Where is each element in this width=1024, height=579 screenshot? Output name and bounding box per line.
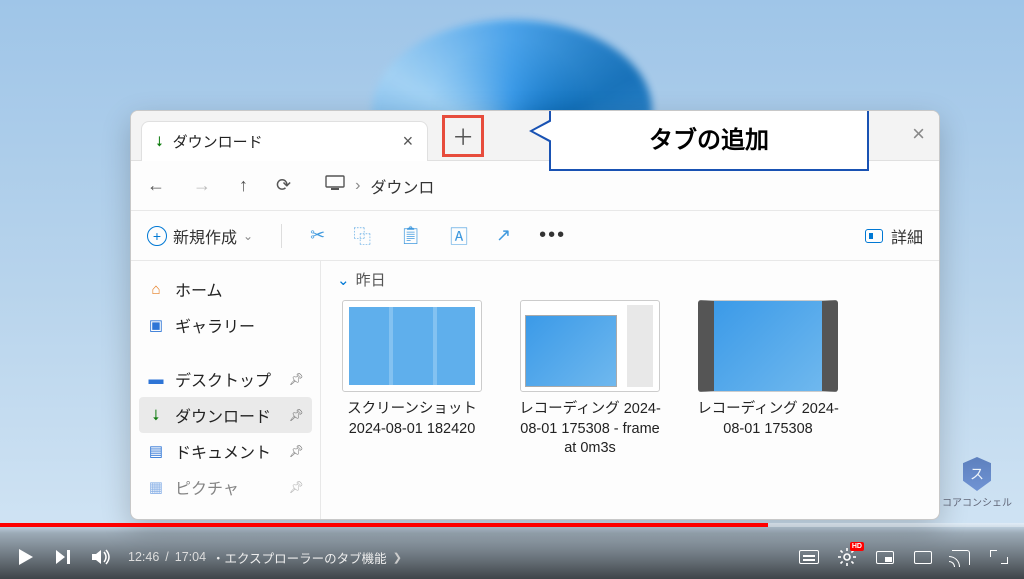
pin-icon: 📌︎ [289, 372, 304, 386]
sidebar-item-documents[interactable]: ▤ ドキュメント 📌︎ [139, 433, 312, 469]
file-item[interactable]: スクリーンショット 2024-08-01 182420 [337, 300, 487, 459]
total-time: 17:04 [175, 550, 206, 564]
sidebar-item-label: デスクトップ [175, 367, 271, 391]
chevron-down-icon: ⌄ [337, 271, 350, 289]
pin-icon: 📌︎ [289, 480, 304, 494]
new-button[interactable]: + 新規作成 ⌄ [147, 224, 253, 248]
sidebar-item-label: ピクチャ [175, 475, 239, 499]
navigation-pane: ⌂ ホーム ▣ ギャラリー ▬ デスクトップ 📌︎ ⭣ ダウンロード 📌︎ ▤ … [131, 261, 321, 519]
file-thumbnail [342, 300, 482, 392]
refresh-button[interactable]: ⟳ [276, 175, 291, 196]
group-label: 昨日 [356, 269, 386, 290]
chevron-down-icon: ⌄ [243, 229, 253, 243]
file-name: スクリーンショット 2024-08-01 182420 [337, 400, 487, 439]
cast-button[interactable] [950, 546, 972, 568]
explorer-window: タブの追加 の検索 ⭣ ダウンロード × ＋ × ← → ↑ ⟳ › ダウンロ … [130, 110, 940, 520]
sidebar-item-downloads[interactable]: ⭣ ダウンロード 📌︎ [139, 397, 312, 433]
file-thumbnail [520, 300, 660, 392]
copy-icon[interactable]: ⿻ [353, 223, 371, 249]
details-label: 詳細 [891, 224, 923, 248]
annotation-callout: タブの追加 [549, 110, 869, 171]
new-tab-button[interactable]: ＋ [452, 120, 474, 152]
watermark-shield-icon: ス [963, 457, 991, 491]
callout-text: タブの追加 [649, 120, 769, 155]
file-list-pane: ⌄ 昨日 スクリーンショット 2024-08-01 182420 レコーディング… [321, 261, 939, 519]
theater-mode-button[interactable] [912, 546, 934, 568]
sidebar-item-gallery[interactable]: ▣ ギャラリー [139, 307, 312, 343]
back-button[interactable]: ← [147, 175, 165, 196]
channel-watermark[interactable]: ス コアコンシェル [942, 457, 1012, 509]
watermark-label: コアコンシェル [942, 494, 1012, 509]
file-thumbnail [698, 300, 838, 392]
time-display: 12:46 / 17:04 ・エクスプローラーのタブ機能 ❯ [128, 548, 402, 567]
file-item[interactable]: レコーディング 2024-08-01 175308 - frame at 0m3… [515, 300, 665, 459]
up-button[interactable]: ↑ [239, 175, 248, 196]
hd-badge: HD [850, 542, 864, 551]
tab-title: ダウンロード [173, 131, 263, 152]
sidebar-item-label: ダウンロード [175, 403, 271, 427]
next-button[interactable] [52, 546, 74, 568]
progress-fill [0, 523, 768, 527]
subtitles-button[interactable] [798, 546, 820, 568]
command-bar: + 新規作成 ⌄ ✂ ⿻ 📋︎ 🄰 ↗ ••• 詳細 [131, 211, 939, 261]
play-button[interactable] [14, 546, 36, 568]
breadcrumb-current: ダウンロ [370, 174, 434, 198]
file-grid: スクリーンショット 2024-08-01 182420 レコーディング 2024… [337, 300, 923, 459]
plus-circle-icon: + [147, 226, 167, 246]
sidebar-item-label: ドキュメント [175, 439, 271, 463]
sidebar-item-label: ギャラリー [175, 313, 255, 337]
pin-icon: 📌︎ [289, 444, 304, 458]
window-close-button[interactable]: × [912, 121, 925, 147]
sidebar-item-label: ホーム [175, 277, 223, 301]
chevron-right-icon[interactable]: ❯ [393, 551, 402, 564]
volume-button[interactable] [90, 546, 112, 568]
tab-downloads[interactable]: ⭣ ダウンロード × [141, 121, 428, 161]
download-icon: ⭣ [156, 133, 163, 150]
progress-bar[interactable] [0, 523, 1024, 527]
download-icon: ⭣ [147, 406, 165, 424]
details-icon [865, 229, 883, 243]
fullscreen-button[interactable] [988, 546, 1010, 568]
sidebar-item-home[interactable]: ⌂ ホーム [139, 271, 312, 307]
pictures-icon: ▦ [147, 478, 165, 496]
video-player-controls: 12:46 / 17:04 ・エクスプローラーのタブ機能 ❯ HD [0, 523, 1024, 579]
gallery-icon: ▣ [147, 316, 165, 334]
current-time: 12:46 [128, 550, 159, 564]
file-name: レコーディング 2024-08-01 175308 - frame at 0m3… [515, 400, 665, 459]
cut-icon[interactable]: ✂ [310, 225, 325, 246]
toolbar-divider [281, 224, 282, 248]
tab-close-button[interactable]: × [403, 131, 414, 152]
settings-button[interactable]: HD [836, 546, 858, 568]
file-item[interactable]: レコーディング 2024-08-01 175308 [693, 300, 843, 459]
chevron-right-icon: › [355, 177, 360, 195]
forward-button[interactable]: → [193, 175, 211, 196]
paste-icon[interactable]: 📋︎ [399, 225, 422, 246]
new-button-label: 新規作成 [173, 224, 237, 248]
monitor-icon [325, 175, 345, 196]
file-name: レコーディング 2024-08-01 175308 [693, 400, 843, 439]
group-header-yesterday[interactable]: ⌄ 昨日 [337, 269, 923, 290]
miniplayer-button[interactable] [874, 546, 896, 568]
documents-icon: ▤ [147, 442, 165, 460]
sidebar-item-pictures[interactable]: ▦ ピクチャ 📌︎ [139, 469, 312, 505]
desktop-icon: ▬ [147, 370, 165, 388]
more-button[interactable]: ••• [539, 224, 566, 247]
pin-icon: 📌︎ [289, 408, 304, 422]
rename-icon[interactable]: 🄰 [450, 223, 468, 249]
breadcrumb[interactable]: › ダウンロ [325, 174, 434, 198]
annotation-highlight-box: ＋ [442, 115, 484, 157]
home-icon: ⌂ [147, 280, 165, 298]
sidebar-item-desktop[interactable]: ▬ デスクトップ 📌︎ [139, 361, 312, 397]
chapter-title[interactable]: ・エクスプローラーのタブ機能 [212, 548, 387, 567]
share-icon[interactable]: ↗ [496, 225, 511, 246]
details-pane-button[interactable]: 詳細 [865, 224, 923, 248]
explorer-body: ⌂ ホーム ▣ ギャラリー ▬ デスクトップ 📌︎ ⭣ ダウンロード 📌︎ ▤ … [131, 261, 939, 519]
